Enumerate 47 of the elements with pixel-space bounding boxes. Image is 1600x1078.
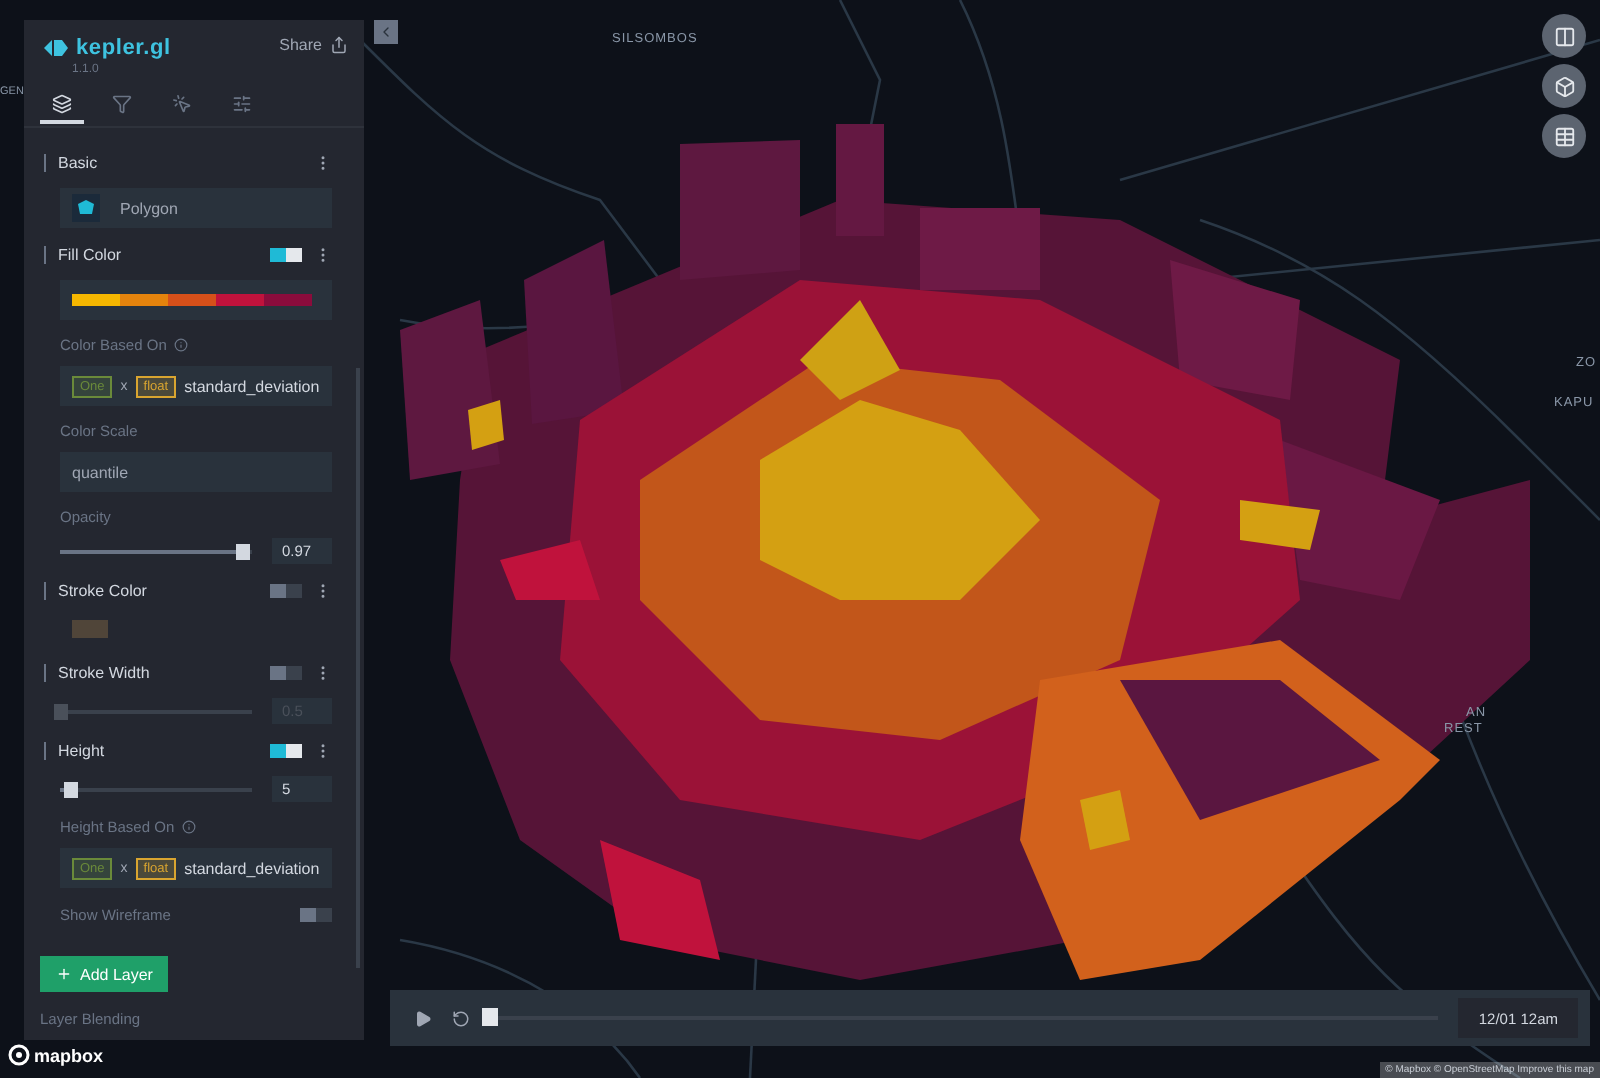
layer-type-text: Polygon — [120, 199, 178, 217]
play-button[interactable] — [414, 1009, 432, 1027]
share-icon — [330, 36, 348, 54]
slider-thumb[interactable] — [63, 781, 78, 797]
sliders-icon — [232, 94, 252, 114]
section-title: Stroke Color — [44, 581, 147, 599]
color-range-selector[interactable] — [60, 280, 332, 320]
section-title: Height — [44, 741, 105, 759]
toggle-switch[interactable] — [270, 743, 302, 757]
section-title: Basic — [44, 153, 98, 171]
info-icon[interactable] — [182, 820, 197, 834]
plus-icon — [56, 966, 72, 982]
columns-icon — [1553, 25, 1575, 47]
cube-icon — [1553, 75, 1575, 97]
slider-thumb[interactable] — [236, 543, 251, 559]
polygon-icon — [72, 194, 100, 222]
layer-type-selector[interactable]: Polygon — [60, 188, 332, 228]
field-name: standard_deviation — [184, 377, 320, 395]
chevron-left-icon — [378, 24, 394, 40]
slider-thumb[interactable] — [54, 703, 68, 719]
layers-icon — [52, 94, 72, 114]
data-table-button[interactable] — [1542, 114, 1586, 158]
app-logo-icon — [44, 38, 68, 58]
scale-selector[interactable]: quantile — [60, 452, 332, 492]
pointer-icon — [172, 94, 192, 114]
reset-icon — [452, 1009, 470, 1027]
share-button[interactable]: Share — [279, 36, 348, 54]
time-slider-handle[interactable] — [482, 1008, 498, 1026]
add-layer-button[interactable]: Add Layer — [40, 956, 169, 992]
section-title: Fill Color — [44, 245, 122, 263]
color-swatch[interactable] — [72, 620, 108, 638]
logo-text: mapbox — [34, 1045, 104, 1065]
table-icon — [1553, 125, 1575, 147]
reset-button[interactable] — [452, 1009, 470, 1027]
filter-icon — [112, 94, 132, 114]
play-icon — [414, 1009, 432, 1027]
toggle-switch[interactable] — [300, 907, 332, 921]
toggle-switch[interactable] — [270, 247, 302, 261]
field-name: standard_deviation — [184, 859, 320, 877]
section-title: Stroke Width — [44, 663, 150, 681]
split-map-button[interactable] — [1542, 14, 1586, 58]
toggle-switch[interactable] — [270, 665, 302, 679]
toggle-switch[interactable] — [270, 583, 302, 597]
app-name: kepler.gl — [76, 36, 171, 60]
3d-view-button[interactable] — [1542, 64, 1586, 108]
info-icon[interactable] — [174, 338, 189, 352]
mapbox-logo-icon — [8, 1044, 30, 1066]
